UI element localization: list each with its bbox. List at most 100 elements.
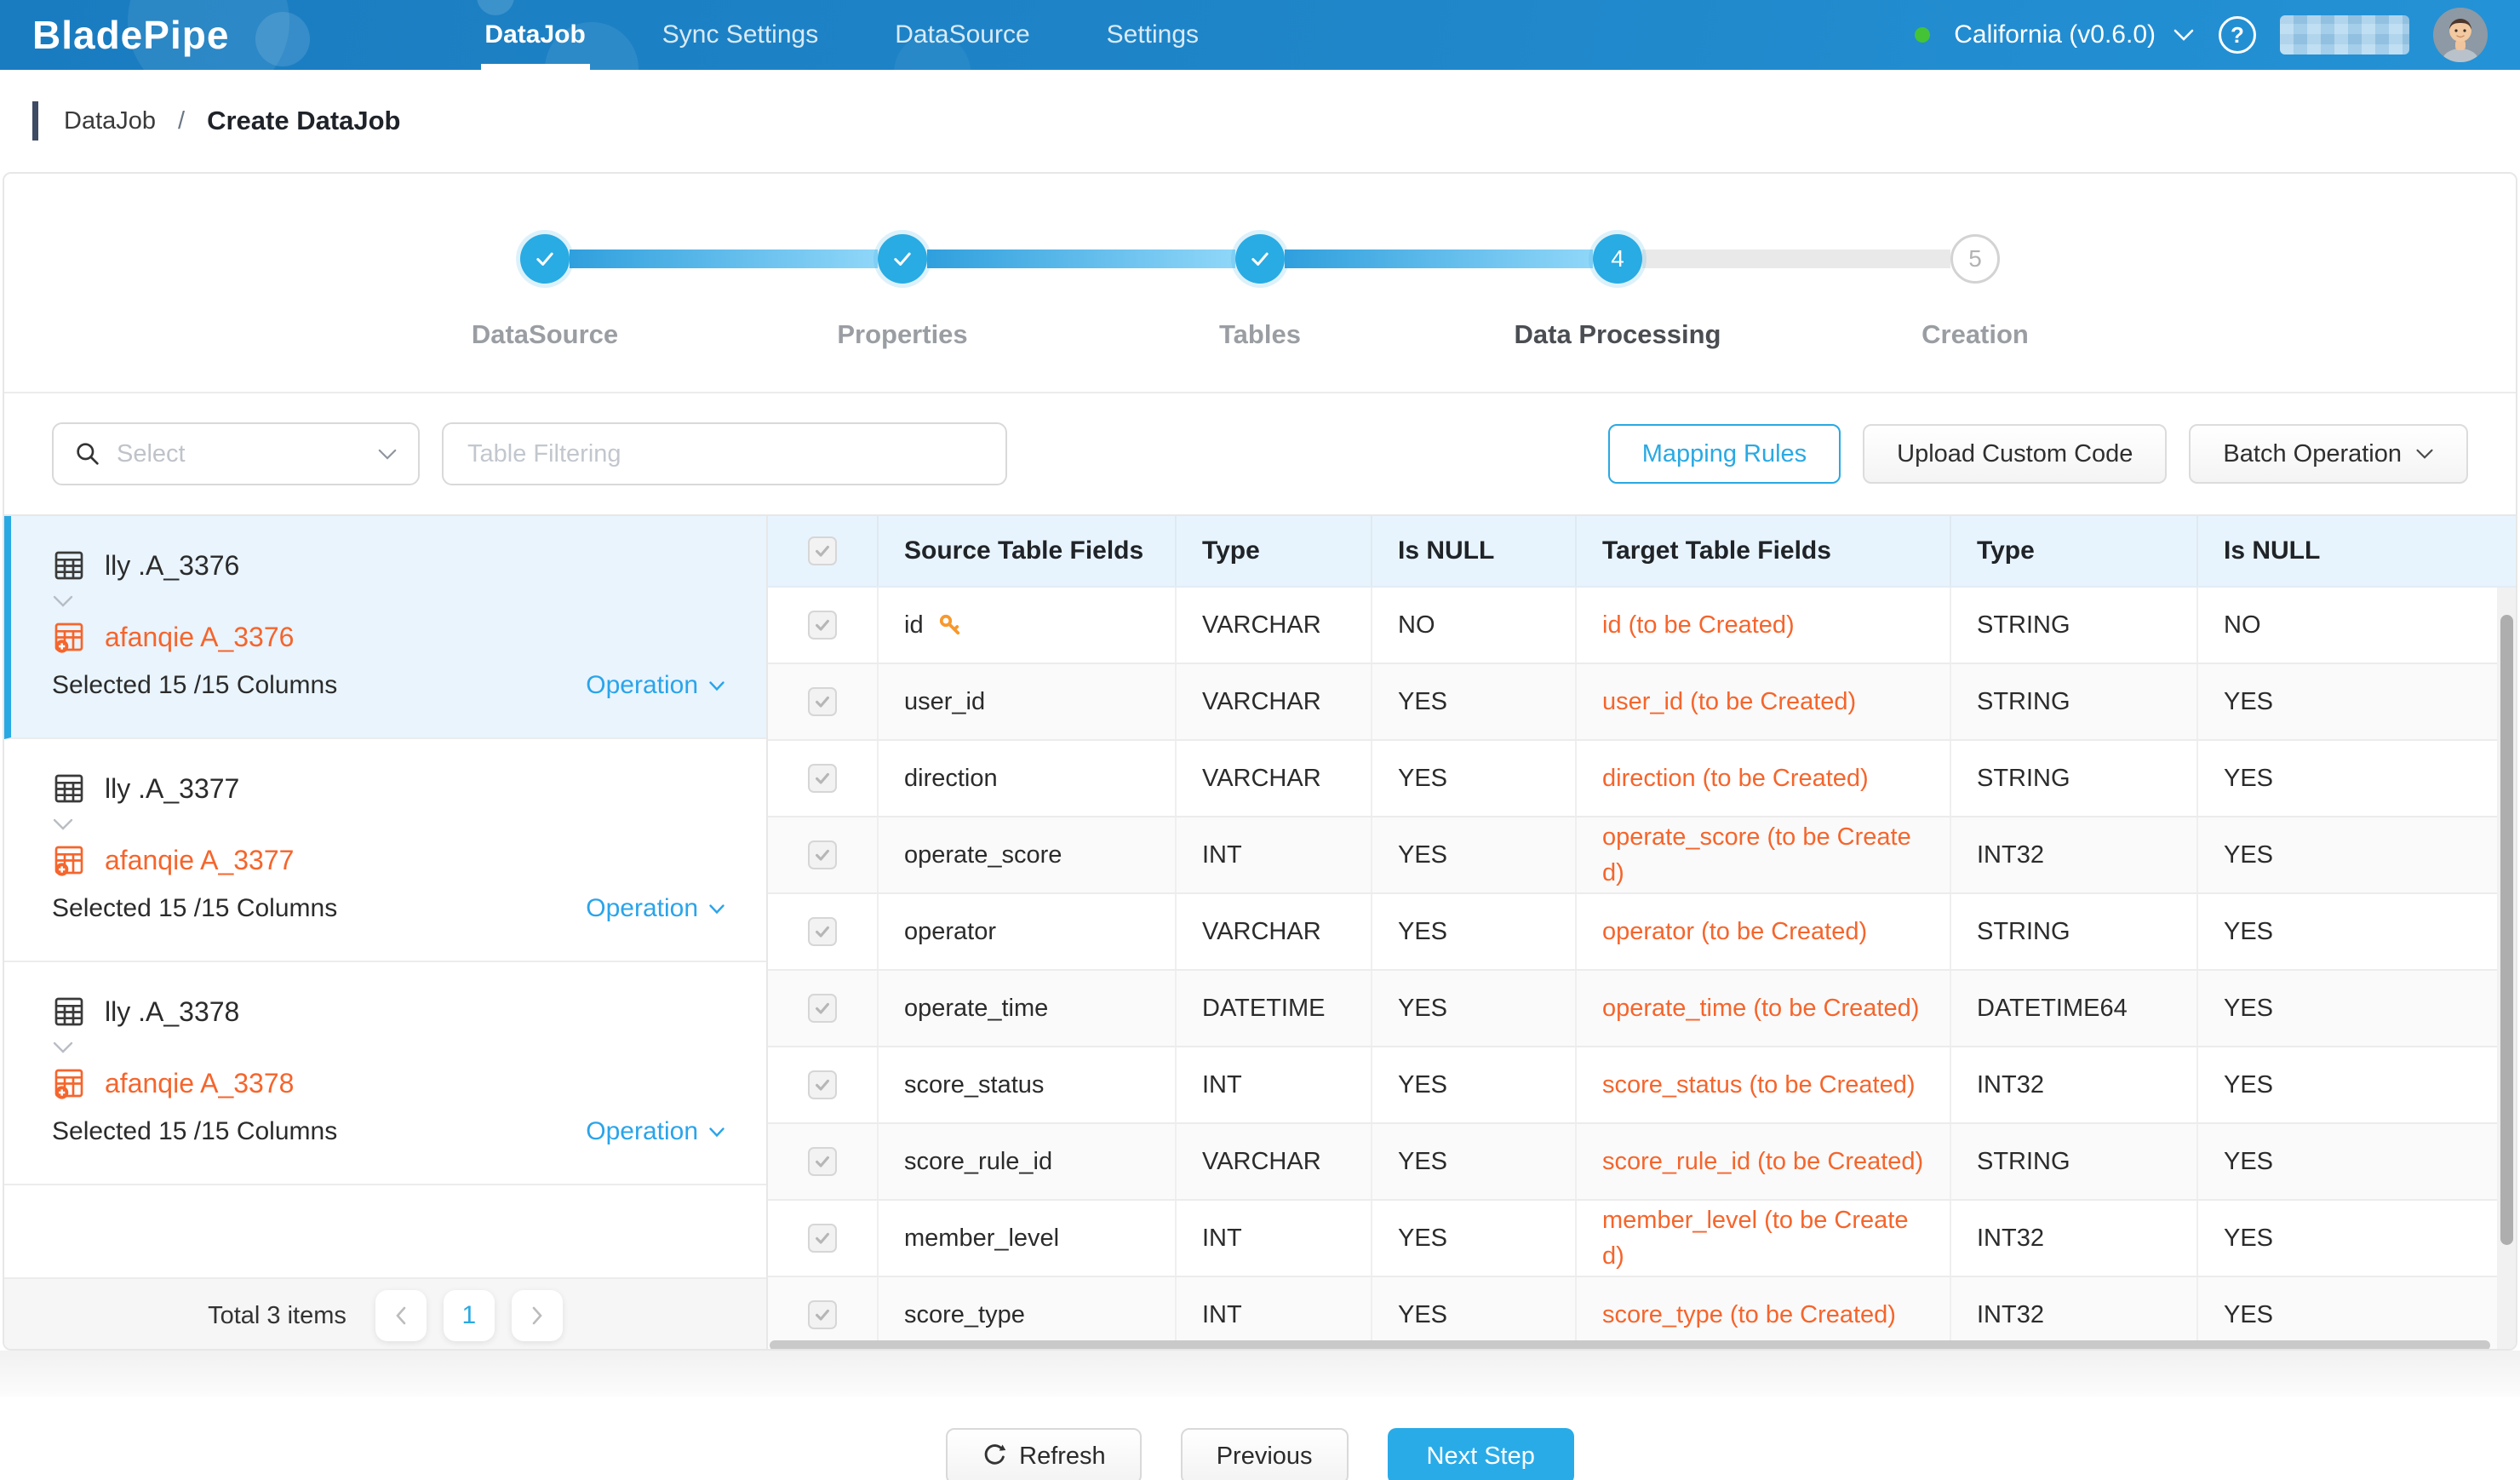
nav-tab-label: Sync Settings	[662, 20, 818, 49]
operation-dropdown[interactable]: Operation	[586, 671, 725, 700]
prev-page-button[interactable]	[375, 1290, 427, 1341]
table-pair-item[interactable]: lly .A_3378 afanqie A_3378 Selected 15 /…	[4, 962, 766, 1185]
field-mapping-table: Source Table Fields Type Is NULL Target …	[768, 516, 2516, 1351]
target-field-name: id (to be Created)	[1577, 588, 1951, 663]
field-table-row: member_level INT YES member_level (to be…	[768, 1201, 2516, 1277]
avatar-face	[2433, 8, 2488, 62]
page-number-button[interactable]: 1	[444, 1290, 495, 1341]
chevron-down-icon	[2173, 28, 2195, 42]
source-field-name: score_rule_id	[904, 1144, 1052, 1179]
chevron-left-icon	[394, 1305, 408, 1326]
step-connector	[1642, 250, 1950, 268]
step-tables: 3 Tables	[1235, 234, 1285, 284]
check-icon	[813, 692, 832, 711]
target-field-name: operator (to be Created)	[1577, 894, 1951, 969]
field-table-row: direction VARCHAR YES direction (to be C…	[768, 741, 2516, 817]
chevron-down-icon	[52, 594, 74, 608]
source-field-type: DATETIME	[1177, 971, 1372, 1046]
breadcrumb-accent-bar	[32, 101, 38, 141]
previous-button[interactable]: Previous	[1181, 1428, 1349, 1480]
operation-dropdown[interactable]: Operation	[586, 1117, 725, 1146]
batch-operation-button[interactable]: Batch Operation	[2189, 424, 2468, 484]
table-pair-item[interactable]: lly .A_3377 afanqie A_3377 Selected 15 /…	[4, 739, 766, 962]
target-field-name: score_rule_id (to be Created)	[1577, 1124, 1951, 1199]
operation-dropdown[interactable]: Operation	[586, 894, 725, 923]
table-pair-item[interactable]: lly .A_3376 afanqie A_3376 Selected 15 /…	[4, 516, 766, 739]
target-field-type: STRING	[1951, 664, 2198, 739]
nav-tab-sync-settings[interactable]: Sync Settings	[662, 0, 818, 70]
source-field-name: id	[904, 607, 924, 643]
row-checkbox[interactable]	[808, 1224, 837, 1253]
breadcrumb-separator: /	[178, 107, 185, 135]
nav-tabs: DataJob Sync Settings DataSource Setting…	[484, 0, 1199, 70]
nav-tab-datasource[interactable]: DataSource	[895, 0, 1029, 70]
step-label: Creation	[1922, 319, 2029, 350]
source-field-name: direction	[904, 760, 998, 796]
check-icon	[813, 1076, 832, 1094]
upload-custom-code-button[interactable]: Upload Custom Code	[1863, 424, 2167, 484]
breadcrumb-parent[interactable]: DataJob	[64, 107, 156, 135]
table-select-dropdown[interactable]: Select	[52, 422, 420, 485]
row-checkbox[interactable]	[808, 917, 837, 946]
source-field-type: VARCHAR	[1177, 664, 1372, 739]
nav-tab-datajob[interactable]: DataJob	[484, 0, 585, 70]
target-field-isnull: YES	[2198, 817, 2516, 892]
header-source-fields: Source Table Fields	[879, 516, 1177, 586]
source-field-type: VARCHAR	[1177, 741, 1372, 816]
target-field-name: user_id (to be Created)	[1577, 664, 1951, 739]
target-table-create-icon	[52, 620, 86, 654]
search-icon	[74, 440, 101, 468]
target-field-type: INT32	[1951, 817, 2198, 892]
target-table-name: afanqie A_3376	[105, 622, 294, 653]
target-field-type: STRING	[1951, 1124, 2198, 1199]
decorative-bubble	[255, 12, 310, 66]
source-field-name: user_id	[904, 684, 985, 720]
row-checkbox[interactable]	[808, 687, 837, 716]
table-filter-input[interactable]	[442, 422, 1007, 485]
target-field-isnull: YES	[2198, 971, 2516, 1046]
row-checkbox[interactable]	[808, 840, 837, 869]
target-field-type: STRING	[1951, 588, 2198, 663]
row-checkbox[interactable]	[808, 994, 837, 1023]
header-target-type: Type	[1951, 516, 2198, 586]
region-selector[interactable]: California (v0.6.0)	[1954, 20, 2195, 49]
next-step-button[interactable]: Next Step	[1388, 1428, 1574, 1480]
source-table-name: lly .A_3377	[105, 773, 239, 805]
target-field-isnull: YES	[2198, 894, 2516, 969]
app-logo[interactable]: BladePipe	[32, 12, 229, 58]
horizontal-scrollbar[interactable]	[770, 1340, 2490, 1351]
source-field-isnull: NO	[1372, 588, 1577, 663]
refresh-button[interactable]: Refresh	[946, 1428, 1142, 1480]
target-field-type: INT32	[1951, 1047, 2198, 1122]
vertical-scrollbar[interactable]	[2500, 615, 2513, 1245]
header-target-isnull: Is NULL	[2198, 516, 2516, 586]
table-list: lly .A_3376 afanqie A_3376 Selected 15 /…	[4, 516, 766, 1185]
select-all-checkbox[interactable]	[808, 536, 837, 565]
row-checkbox[interactable]	[808, 1300, 837, 1329]
step-label: Properties	[837, 319, 967, 350]
avatar[interactable]	[2433, 8, 2488, 62]
check-icon	[813, 1229, 832, 1248]
chevron-down-icon	[708, 1127, 725, 1138]
field-table-row: operator VARCHAR YES operator (to be Cre…	[768, 894, 2516, 971]
check-icon	[813, 616, 832, 634]
target-table-create-icon	[52, 1066, 86, 1100]
nav-tab-settings[interactable]: Settings	[1107, 0, 1199, 70]
row-checkbox[interactable]	[808, 764, 837, 793]
source-field-name: operate_score	[904, 837, 1062, 873]
step-circle: 3	[1235, 234, 1285, 284]
help-icon[interactable]: ?	[2219, 16, 2256, 54]
row-checkbox[interactable]	[808, 1070, 837, 1099]
row-checkbox[interactable]	[808, 1147, 837, 1176]
next-page-button[interactable]	[512, 1290, 563, 1341]
source-table-icon	[52, 772, 86, 806]
step-label: Data Processing	[1515, 319, 1721, 350]
field-table-body: id VARCHAR NO id (to be Created) STRING …	[768, 588, 2516, 1351]
step-datasource: 1 DataSource	[520, 234, 570, 284]
row-checkbox[interactable]	[808, 611, 837, 640]
mapping-rules-button[interactable]: Mapping Rules	[1608, 424, 1841, 484]
check-icon	[813, 846, 832, 864]
table-list-panel: lly .A_3376 afanqie A_3376 Selected 15 /…	[4, 516, 768, 1351]
check-icon	[813, 542, 832, 560]
field-table-row: operate_time DATETIME YES operate_time (…	[768, 971, 2516, 1047]
